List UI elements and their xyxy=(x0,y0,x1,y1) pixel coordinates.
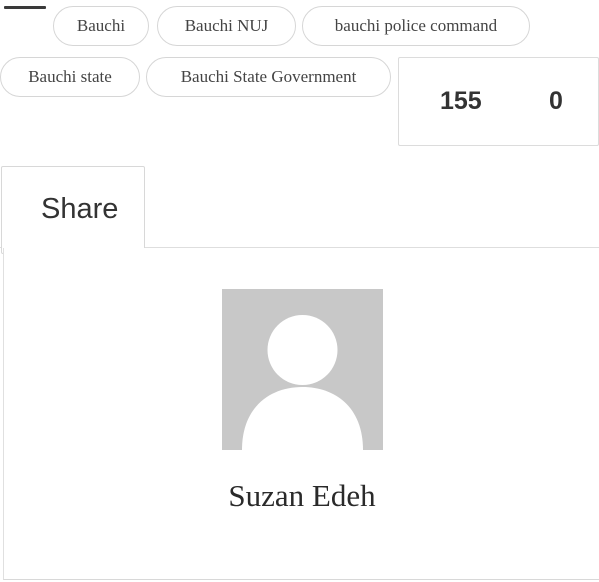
stats-box: 155 0 xyxy=(398,57,599,146)
tag-bauchi-police-command[interactable]: bauchi police command xyxy=(302,6,530,46)
tag-bauchi-state-government[interactable]: Bauchi State Government xyxy=(146,57,391,97)
tag-bauchi-nuj[interactable]: Bauchi NUJ xyxy=(157,6,296,46)
second-count: 0 xyxy=(549,87,563,115)
default-user-avatar-icon[interactable] xyxy=(222,289,383,450)
avatar-silhouette xyxy=(222,289,383,450)
tag-bauchi[interactable]: Bauchi xyxy=(53,6,149,46)
author-name-link[interactable]: Suzan Edeh xyxy=(4,476,599,516)
share-label: Share xyxy=(41,193,119,225)
first-count: 155 xyxy=(440,87,482,115)
author-box: Suzan Edeh xyxy=(3,248,599,580)
tag-bauchi-state[interactable]: Bauchi state xyxy=(0,57,140,97)
top-divider xyxy=(4,6,46,9)
share-tab[interactable]: Share xyxy=(1,166,145,254)
